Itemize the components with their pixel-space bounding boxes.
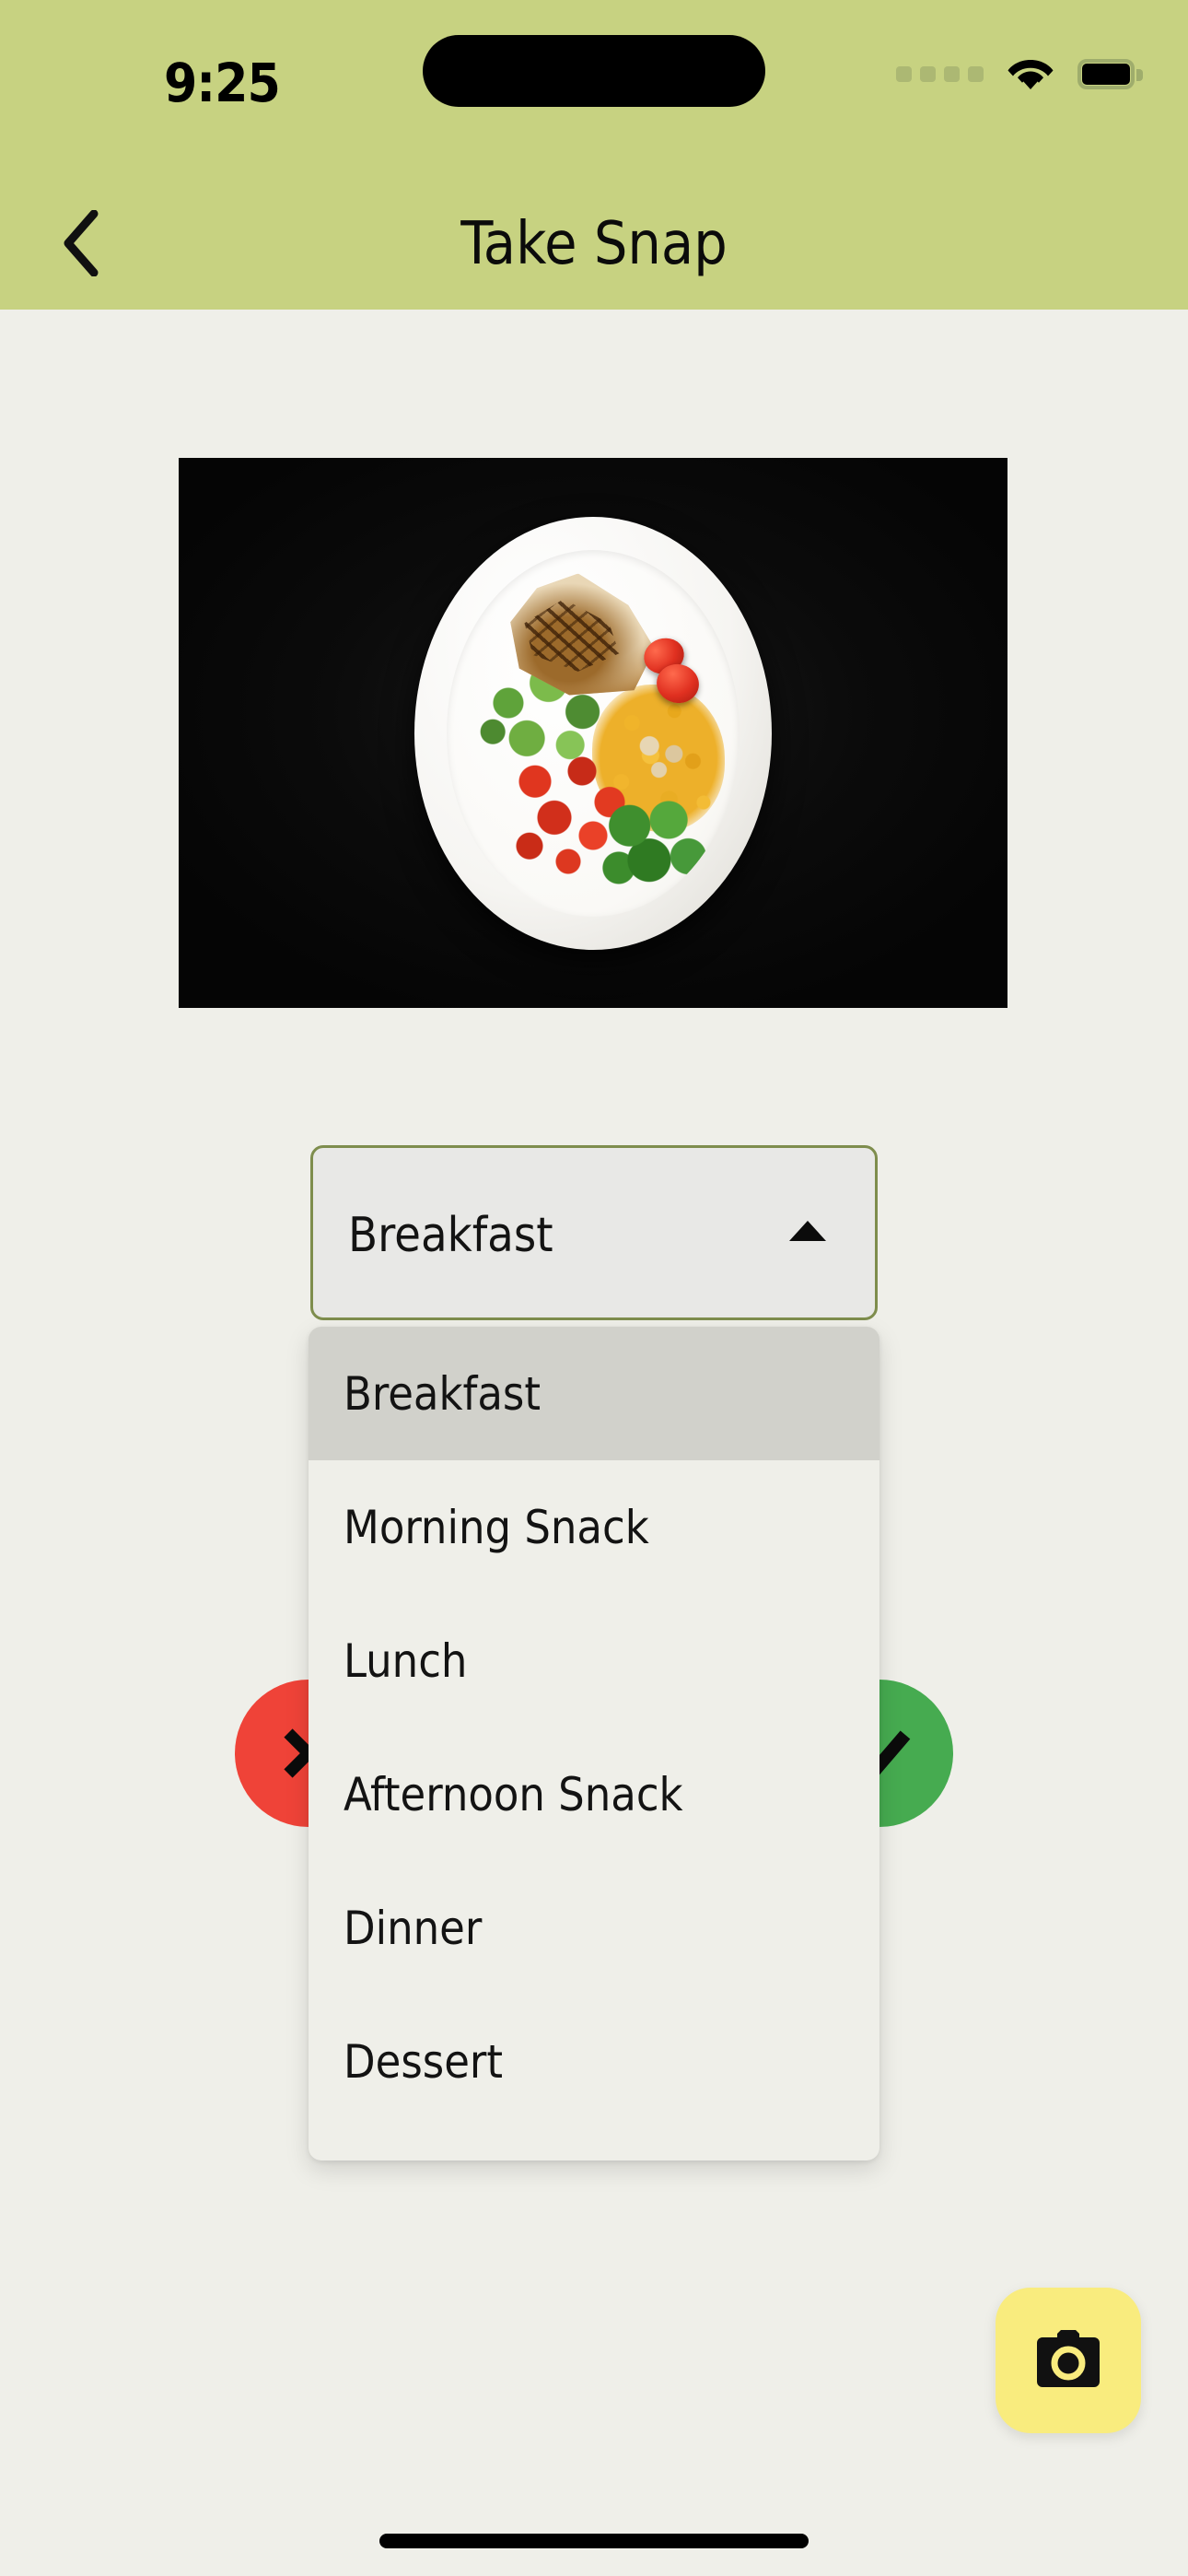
wifi-icon	[1007, 56, 1054, 91]
meal-type-option-morning-snack[interactable]: Morning Snack	[309, 1460, 879, 1594]
navigation-bar: Take Snap	[0, 175, 1188, 310]
option-label: Dessert	[344, 2034, 503, 2089]
meal-type-option-dessert[interactable]: Dessert	[309, 1995, 879, 2128]
camera-button[interactable]	[996, 2288, 1141, 2433]
grill-marks-graphic	[524, 599, 620, 672]
plate-graphic	[414, 516, 772, 950]
meal-type-option-dinner[interactable]: Dinner	[309, 1861, 879, 1995]
triangle-up-icon[interactable]	[788, 1219, 827, 1247]
meal-type-selected-value: Breakfast	[348, 1208, 553, 1263]
meal-type-option-afternoon-snack[interactable]: Afternoon Snack	[309, 1727, 879, 1861]
dynamic-island	[423, 35, 765, 107]
signal-dots-icon	[896, 65, 984, 82]
option-label: Dinner	[344, 1901, 483, 1955]
meal-type-option-breakfast[interactable]: Breakfast	[309, 1327, 879, 1460]
plate-well-graphic	[447, 549, 740, 917]
status-bar-indicators	[896, 53, 1143, 94]
meal-type-option-lunch[interactable]: Lunch	[309, 1594, 879, 1727]
option-label: Lunch	[344, 1633, 468, 1688]
option-label: Afternoon Snack	[344, 1767, 683, 1821]
option-label: Morning Snack	[344, 1500, 649, 1554]
status-bar-time: 9:25	[164, 52, 281, 114]
home-indicator	[379, 2534, 809, 2548]
broccoli-graphic	[601, 796, 710, 893]
camera-icon	[1033, 2330, 1103, 2391]
meal-type-select[interactable]: Breakfast	[310, 1145, 878, 1320]
battery-icon	[1077, 58, 1143, 89]
captured-photo[interactable]	[179, 458, 1007, 1008]
meal-type-option-list[interactable]: Breakfast Morning Snack Lunch Afternoon …	[309, 1327, 879, 2160]
option-label: Breakfast	[344, 1366, 541, 1421]
page-title: Take Snap	[460, 210, 728, 278]
